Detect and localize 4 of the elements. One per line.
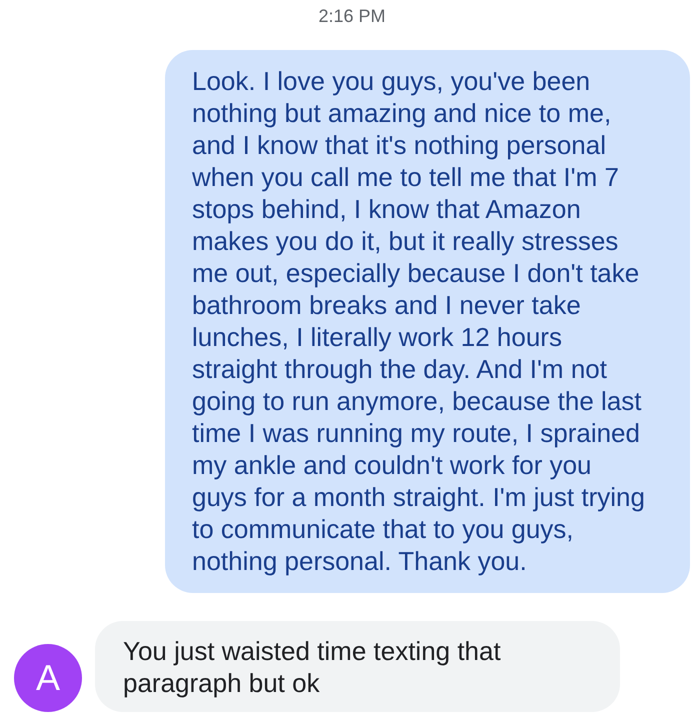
timestamp: 2:16 PM [317,5,387,28]
received-message-bubble: You just waisted time texting that paragraph but ok [95,621,620,712]
avatar: A [14,644,82,712]
sent-message-bubble: Look. I love you guys, you've been nothing but amazing and nice to me, and I know that it's nothing personal when you call me to tell me that I'm 7 stops behind, I know that Amazon makes you do it, but it really stresses me out, especially because I don't take bathroom breaks and I never take lunches, I literally work 12 hours straight through the day. And I'm not going to run anymore, because the last time I was running my route, I sprained my ankle and couldn't work for you guys for a month straight. I'm just trying to communicate that to you guys, nothing personal. Thank you. [165,50,690,593]
